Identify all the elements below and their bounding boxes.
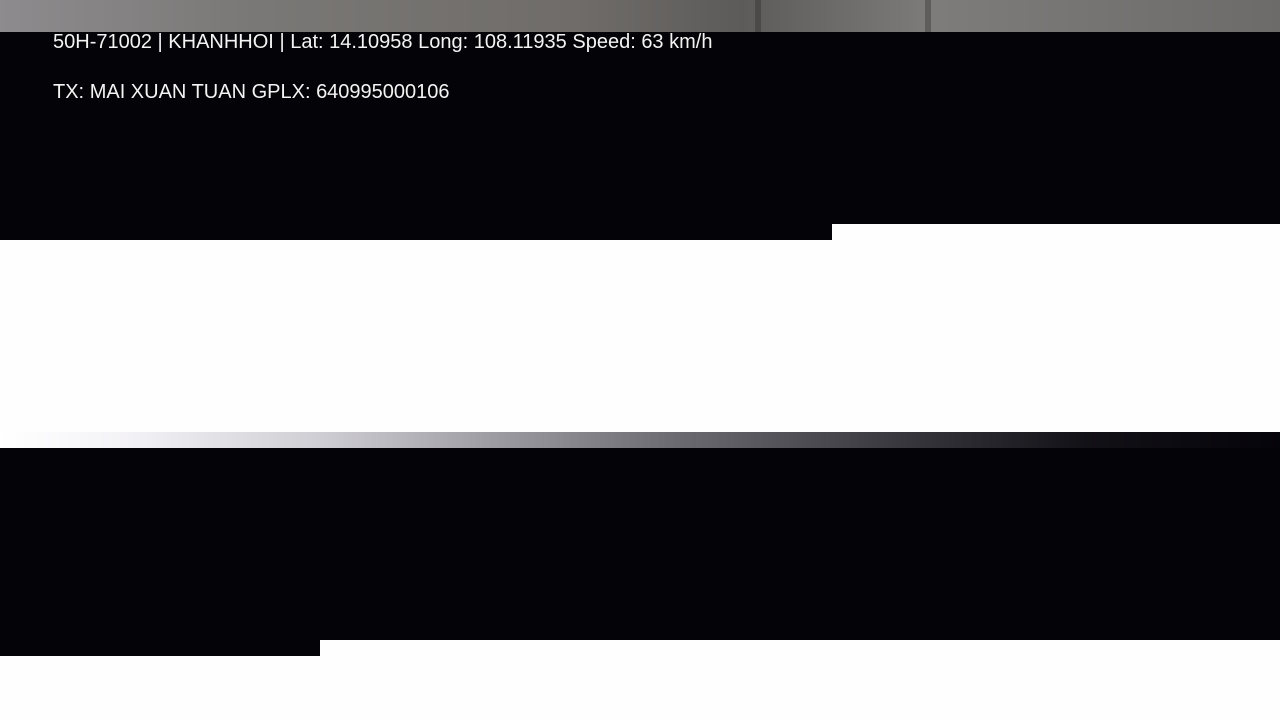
driver-label: TX:	[53, 81, 85, 103]
black-band-bottom-tail	[0, 640, 320, 656]
speed-label: Speed:	[572, 31, 636, 53]
license-number: 640995000106	[316, 81, 450, 103]
separator: |	[279, 31, 285, 53]
longitude-label: Long:	[418, 31, 469, 53]
latitude-label: Lat:	[290, 31, 324, 53]
video-frame: 50H-71002 | KHANHHOI | Lat: 14.10958 Lon…	[0, 0, 1280, 720]
separator: |	[157, 31, 163, 53]
latitude-value: 14.10958	[329, 31, 413, 53]
vehicle-info-overlay: 50H-71002 | KHANHHOI | Lat: 14.10958 Lon…	[53, 30, 712, 54]
license-label: GPLX:	[251, 81, 311, 103]
company-name: KHANHHOI	[168, 31, 274, 53]
driver-name: MAI XUAN TUAN	[89, 81, 247, 103]
vehicle-plate: 50H-71002	[53, 31, 152, 53]
longitude-value: 108.11935	[473, 31, 567, 53]
gradient-band	[0, 432, 1280, 448]
black-band-top	[0, 32, 1280, 224]
speed-value: 63 km/h	[641, 31, 713, 53]
black-band-top-tail	[0, 224, 832, 240]
black-band-bottom	[0, 448, 1280, 640]
driver-info-overlay: TX: MAI XUAN TUAN GPLX: 640995000106	[53, 80, 450, 104]
